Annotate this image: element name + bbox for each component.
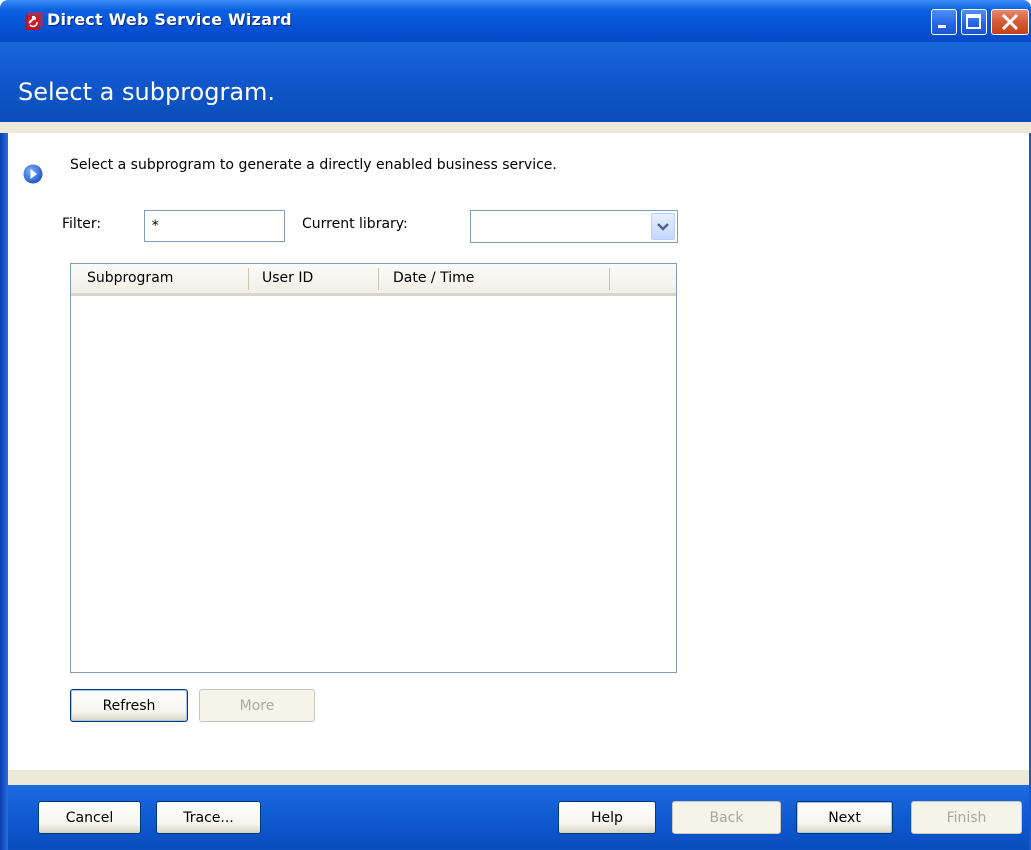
column-header-user-id[interactable]: User ID	[262, 270, 313, 286]
page-title: Select a subprogram.	[18, 78, 276, 106]
footer-divider	[8, 770, 1029, 785]
subprogram-table[interactable]: Subprogram User ID Date / Time	[70, 263, 677, 673]
arrow-right-circle-icon	[23, 164, 43, 184]
column-header-subprogram[interactable]: Subprogram	[87, 270, 173, 286]
close-icon	[1001, 13, 1019, 31]
maximize-button[interactable]	[961, 9, 987, 35]
wizard-content: Select a subprogram to generate a direct…	[8, 133, 1029, 770]
filter-input[interactable]	[144, 210, 285, 242]
column-divider[interactable]	[378, 268, 379, 290]
wizard-header: Select a subprogram.	[0, 42, 1031, 122]
column-divider[interactable]	[248, 268, 249, 290]
close-button[interactable]	[991, 9, 1029, 35]
help-button-label: Help	[591, 809, 623, 826]
back-button[interactable]: Back	[672, 801, 781, 834]
more-button-label: More	[239, 697, 275, 714]
trace-button-label: Trace...	[183, 809, 234, 826]
refresh-button[interactable]: Refresh	[70, 689, 188, 722]
filter-label: Filter:	[62, 216, 102, 232]
cancel-button[interactable]: Cancel	[38, 801, 141, 834]
next-button-label: Next	[828, 809, 861, 826]
cancel-button-label: Cancel	[65, 809, 114, 826]
table-header: Subprogram User ID Date / Time	[71, 264, 676, 296]
finish-button-label: Finish	[946, 809, 987, 826]
help-button[interactable]: Help	[558, 801, 656, 834]
minimize-button[interactable]	[931, 9, 957, 35]
finish-button[interactable]: Finish	[911, 801, 1022, 834]
window-title: Direct Web Service Wizard	[47, 10, 292, 29]
app-icon	[25, 12, 43, 30]
next-button[interactable]: Next	[796, 801, 893, 834]
title-bar[interactable]: Direct Web Service Wizard	[0, 0, 1031, 42]
more-button[interactable]: More	[199, 689, 315, 722]
current-library-label: Current library:	[302, 216, 408, 232]
column-header-date-time[interactable]: Date / Time	[393, 270, 474, 286]
dropdown-button[interactable]	[651, 213, 675, 240]
chevron-down-icon	[657, 223, 669, 231]
minimize-icon	[938, 25, 946, 28]
back-button-label: Back	[709, 809, 744, 826]
intro-text: Select a subprogram to generate a direct…	[70, 157, 557, 173]
window-left-border	[0, 133, 8, 850]
column-divider[interactable]	[609, 268, 610, 290]
wizard-footer: Cancel Trace... Help Back Next Finish	[8, 785, 1029, 850]
current-library-select[interactable]	[470, 210, 678, 243]
trace-button[interactable]: Trace...	[156, 801, 261, 834]
refresh-button-label: Refresh	[102, 697, 156, 714]
maximize-icon	[966, 14, 981, 29]
